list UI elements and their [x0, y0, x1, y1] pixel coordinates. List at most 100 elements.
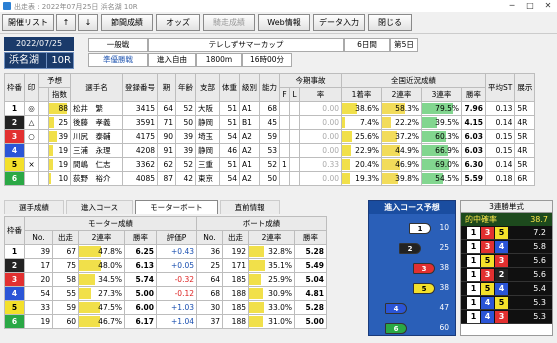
prediction-mark[interactable]: × — [24, 157, 39, 172]
trifecta-row[interactable]: 1 3 5 7.2 — [461, 226, 552, 240]
window-controls: ─ □ ✕ — [503, 0, 557, 12]
boat-win: 5.04 — [294, 272, 327, 287]
lane-number: 6 — [4, 314, 25, 329]
race-title: テレしずサマーカップ — [148, 38, 344, 52]
trio-rate: 39.5% — [421, 115, 462, 130]
motor-row[interactable]: 5 33 59 47.5% 6.00 +1.03 30 185 33.0% 5.28 — [4, 300, 327, 315]
boat-quinella-text: 31.0% — [268, 316, 292, 326]
course-row: 5 38 — [375, 283, 451, 295]
ability: 52 — [259, 157, 280, 172]
age: 50 — [175, 115, 196, 130]
race-results-button[interactable]: 騎走成績 — [203, 14, 255, 31]
motor-row[interactable]: 2 17 75 48.0% 6.13 +0.05 25 171 35.1% 5.49 — [4, 258, 327, 273]
motor-header-motor: モーター成績 — [24, 216, 197, 231]
odds-button[interactable]: オッズ — [156, 14, 200, 31]
prediction-index-text: 19 — [58, 145, 68, 155]
entry-row[interactable]: 2 △ 25 後藤 孝義 3591 71 50 静岡 51 B1 45 0.00 7.4% 22.2% 39… — [4, 115, 536, 130]
entry-row[interactable]: 5 × 19 間嶋 仁志 3362 62 52 三重 51 A1 52 1 0.33 20.4% 46.9%… — [4, 157, 536, 172]
web-info-button[interactable]: Web情報 — [258, 14, 310, 31]
entry-row[interactable]: 1 ◎ 88 松井 繁 3415 64 52 大阪 51 A1 68 0.00 38.6% 58.3% 79… — [4, 101, 536, 116]
age: 39 — [175, 143, 196, 158]
l-count — [289, 129, 300, 144]
boat-quinella-text: 30.9% — [268, 288, 292, 298]
motor-quinella: 48.0% — [78, 258, 125, 273]
boat-header-r2: 2連率 — [248, 230, 295, 245]
first-rate-fill — [342, 131, 352, 142]
racer-name[interactable]: 川尻 泰輔 — [70, 129, 123, 144]
l-count — [289, 157, 300, 172]
boat-icon: 6 — [385, 323, 407, 334]
racer-name[interactable]: 松井 繁 — [70, 101, 123, 116]
term: 62 — [157, 157, 176, 172]
tab-motor-boat[interactable]: モーターボート — [135, 200, 218, 214]
trifecta-row[interactable]: 1 3 2 5.6 — [461, 268, 552, 282]
motor-row[interactable]: 1 39 67 47.8% 6.25 +0.43 36 192 32.8% 5.28 — [4, 244, 327, 259]
racer-name[interactable]: 間嶋 仁志 — [70, 157, 123, 172]
entry-row[interactable]: 3 ○ 39 川尻 泰輔 4175 90 39 埼玉 54 A2 59 0.00 25.6% 37.2% 6… — [4, 129, 536, 144]
weight: 51 — [219, 101, 240, 116]
series-results-button[interactable]: 節間成績 — [101, 14, 153, 31]
prediction-mark[interactable]: ◎ — [24, 101, 39, 116]
lane-number: 5 — [4, 157, 25, 172]
register-no: 4208 — [122, 143, 158, 158]
ability: 53 — [259, 143, 280, 158]
next-race-button[interactable]: ↓ — [78, 14, 98, 31]
boat-no: 64 — [196, 272, 223, 287]
avg-st: 0.15 — [484, 129, 516, 144]
quinella-rate-text: 44.9% — [395, 145, 419, 155]
prediction-mark[interactable] — [24, 143, 39, 158]
header-r3: 3連率 — [421, 87, 462, 102]
boat-quinella-fill — [249, 316, 263, 327]
motor-row[interactable]: 4 54 55 27.3% 5.00 -0.12 68 188 30.9% 4.81 — [4, 286, 327, 301]
trifecta-lane: 1 — [467, 240, 480, 253]
trifecta-row[interactable]: 1 5 3 5.6 — [461, 254, 552, 268]
motor-header-starts: 出走 — [52, 230, 79, 245]
close-icon[interactable]: ✕ — [539, 0, 557, 12]
prediction-bar-cell — [38, 129, 49, 144]
motor-eval: -0.12 — [156, 286, 197, 301]
first-rate: 22.9% — [341, 143, 382, 158]
maximize-icon[interactable]: □ — [521, 0, 539, 12]
trifecta-row[interactable]: 1 4 3 5.3 — [461, 310, 552, 324]
trio-rate: 69.0% — [421, 157, 462, 172]
boat-win: 5.28 — [294, 300, 327, 315]
lane-number: 3 — [4, 129, 25, 144]
course-value: 38 — [439, 263, 449, 272]
data-input-button[interactable]: データ入力 — [313, 14, 365, 31]
rank: A1 — [239, 157, 260, 172]
trio-rate-text: 39.5% — [435, 117, 459, 127]
trifecta-lane: 1 — [467, 268, 480, 281]
trifecta-row[interactable]: 1 5 4 5.4 — [461, 282, 552, 296]
prediction-mark[interactable]: △ — [24, 115, 39, 130]
prediction-mark[interactable]: ○ — [24, 129, 39, 144]
entry-row[interactable]: 6 10 荻野 裕介 4085 87 42 東京 54 A2 50 0.00 19.3% 39.8% 54… — [4, 171, 536, 186]
minimize-icon[interactable]: ─ — [503, 0, 521, 12]
schedule-list-button[interactable]: 開催リスト — [2, 14, 54, 31]
tab-racer-results[interactable]: 選手成績 — [4, 200, 64, 214]
prev-race-button[interactable]: ↑ — [56, 14, 76, 31]
motor-row[interactable]: 6 19 60 46.7% 6.17 +1.04 37 188 31.0% 5.00 — [4, 314, 327, 329]
racer-name[interactable]: 荻野 裕介 — [70, 171, 123, 186]
trifecta-row[interactable]: 1 3 4 5.8 — [461, 240, 552, 254]
trifecta-lane: 1 — [467, 226, 480, 239]
trifecta-panel: 3連勝単式 的中確率 38.7 1 3 5 7.2 1 3 4 5.8 1 5 3 5.6 1 3 2 5.6… — [460, 200, 553, 336]
venue-label: 浜名湖 10R — [4, 52, 74, 69]
tab-prerace-info[interactable]: 直前情報 — [219, 200, 280, 214]
racer-name[interactable]: 後藤 孝義 — [70, 115, 123, 130]
motor-quinella: 27.3% — [78, 286, 125, 301]
tab-entry-course[interactable]: 進入コース — [66, 200, 134, 214]
accident-rate: 0.00 — [299, 101, 342, 116]
weight: 54 — [219, 171, 240, 186]
entry-row[interactable]: 4 19 三浦 永理 4208 91 39 静岡 46 A2 53 0.00 22.9% 44.9% 66… — [4, 143, 536, 158]
racer-name[interactable]: 三浦 永理 — [70, 143, 123, 158]
motor-row[interactable]: 3 20 58 34.5% 5.74 -0.32 64 185 25.9% 5.04 — [4, 272, 327, 287]
f-count: 1 — [279, 157, 290, 172]
close-button[interactable]: 閉じる — [368, 14, 412, 31]
trifecta-odds: 5.6 — [533, 256, 546, 265]
race-day-no: 第5日 — [390, 38, 418, 52]
motor-no: 17 — [24, 258, 53, 273]
trifecta-odds: 5.6 — [533, 270, 546, 279]
trifecta-row[interactable]: 1 4 5 5.3 — [461, 296, 552, 310]
prediction-mark[interactable] — [24, 171, 39, 186]
ability: 45 — [259, 115, 280, 130]
